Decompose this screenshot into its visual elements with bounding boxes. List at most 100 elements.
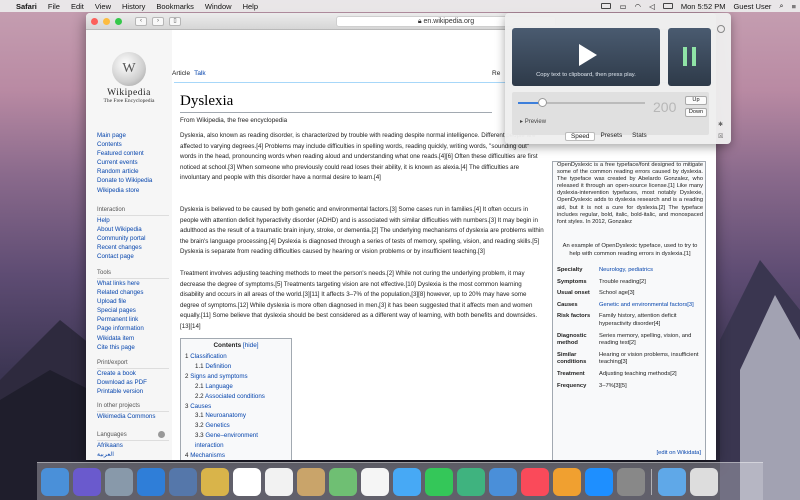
sidebar-link-main[interactable]: Random article — [97, 167, 169, 176]
siri-icon[interactable] — [73, 467, 101, 496]
toc-item[interactable]: 1.1 Definition — [185, 362, 287, 372]
system-preferences-icon[interactable] — [617, 467, 645, 496]
tab-talk[interactable]: Talk — [194, 70, 206, 77]
forward-button[interactable]: › — [152, 16, 164, 26]
minimize-window-button[interactable] — [103, 17, 110, 25]
sidebar-link-main[interactable]: Contents — [97, 140, 169, 149]
facetime-icon[interactable] — [425, 467, 453, 496]
tab-read[interactable]: Re — [492, 70, 500, 77]
sidebar-link-interaction[interactable]: About Wikipedia — [97, 225, 169, 234]
sidebar-link-interaction[interactable]: Recent changes — [97, 243, 169, 252]
sidebar-link-tools[interactable]: Cite this page — [97, 343, 169, 352]
menu-file[interactable]: File — [48, 2, 60, 11]
sidebar-link-tools[interactable]: Page information — [97, 324, 169, 333]
reminders-icon[interactable] — [265, 467, 293, 496]
sidebar-link-print[interactable]: Printable version — [97, 387, 169, 396]
toc-item[interactable]: 3.3 Gene–environment interaction — [185, 431, 287, 451]
app-store-icon[interactable] — [585, 467, 613, 496]
back-button[interactable]: ‹ — [135, 16, 147, 26]
menu-app-name[interactable]: Safari — [16, 2, 37, 11]
menu-help[interactable]: Help — [243, 2, 258, 11]
sidebar-link-interaction[interactable]: Help — [97, 216, 169, 225]
sidebar-link-tools[interactable]: Permanent link — [97, 315, 169, 324]
language-settings-gear-icon[interactable] — [158, 431, 165, 438]
photos-icon[interactable] — [361, 467, 389, 496]
preview-disclosure[interactable]: ▸ Preview — [520, 118, 546, 125]
tab-speed[interactable]: Speed — [565, 132, 596, 141]
sidebar-link-main[interactable]: Donate to Wikipedia — [97, 176, 169, 185]
battery-icon[interactable] — [662, 3, 673, 9]
sidebar-link-print[interactable]: Download as PDF — [97, 378, 169, 387]
sidebar-link-main[interactable]: Main page — [97, 131, 169, 140]
speed-value[interactable]: 200 — [653, 99, 676, 115]
toc-item[interactable]: 2 Signs and symptoms — [185, 372, 287, 382]
clock-text[interactable]: Mon 5:52 PM — [681, 2, 726, 11]
zoom-window-button[interactable] — [115, 17, 122, 25]
speed-slider-knob[interactable] — [538, 98, 547, 107]
menu-edit[interactable]: Edit — [71, 2, 84, 11]
sidebar-link-langs[interactable]: Azərbaycanca — [97, 459, 169, 460]
contacts-icon[interactable] — [297, 467, 325, 496]
toc-item[interactable]: 4 Mechanisms — [185, 451, 287, 460]
pause-button[interactable] — [668, 28, 711, 86]
user-name[interactable]: Guest User — [733, 2, 771, 11]
keynote-icon[interactable] — [489, 467, 517, 496]
sidebar-link-other[interactable]: Wikimedia Commons — [97, 412, 169, 421]
tab-stats[interactable]: Stats — [627, 132, 652, 141]
menu-history[interactable]: History — [122, 2, 145, 11]
search-icon[interactable]: ⌕ — [779, 1, 783, 11]
calendar-icon[interactable] — [233, 467, 261, 496]
tab-presets[interactable]: Presets — [595, 132, 627, 141]
quit-x-icon[interactable]: ☒ — [718, 133, 726, 141]
close-window-button[interactable] — [91, 17, 98, 25]
music-icon[interactable] — [521, 467, 549, 496]
wikipedia-logo[interactable]: Wikipedia The Free Encyclopedia — [100, 52, 158, 104]
toc-item[interactable]: 1 Classification — [185, 352, 287, 362]
sidebar-link-interaction[interactable]: Contact page — [97, 252, 169, 261]
sidebar-link-tools[interactable]: What links here — [97, 279, 169, 288]
sidebar-link-print[interactable]: Create a book — [97, 369, 169, 378]
sidebar-link-tools[interactable]: Special pages — [97, 306, 169, 315]
notes-icon[interactable] — [201, 467, 229, 496]
settings-gear-icon[interactable]: ✱ — [718, 121, 726, 129]
wifi-icon[interactable]: ◠ — [635, 2, 642, 11]
sidebar-link-langs[interactable]: العربية — [97, 450, 169, 459]
mail-icon[interactable] — [169, 467, 197, 496]
safari-icon[interactable] — [137, 467, 165, 496]
maps-icon[interactable] — [329, 467, 357, 496]
sidebar-link-main[interactable]: Featured content — [97, 149, 169, 158]
sidebar-link-interaction[interactable]: Community portal — [97, 234, 169, 243]
toc-item[interactable]: 2.2 Associated conditions — [185, 392, 287, 402]
toc-item[interactable]: 3.2 Genetics — [185, 421, 287, 431]
toc-item[interactable]: 3 Causes — [185, 402, 287, 412]
sidebar-toggle-button[interactable]: ▯ — [169, 16, 181, 26]
sidebar-link-tools[interactable]: Wikidata item — [97, 334, 169, 343]
notification-center-icon[interactable]: ≡ — [792, 2, 796, 11]
status-app-icon[interactable] — [601, 3, 612, 9]
sidebar-link-tools[interactable]: Upload file — [97, 297, 169, 306]
sidebar-link-main[interactable]: Wikipedia store — [97, 186, 169, 195]
launchpad-icon[interactable] — [105, 467, 133, 496]
sidebar-link-langs[interactable]: Afrikaans — [97, 441, 169, 450]
edit-on-wikidata-link[interactable]: [edit on Wikidata] — [657, 450, 701, 456]
folder-icon[interactable] — [658, 467, 686, 496]
menu-view[interactable]: View — [95, 2, 111, 11]
speed-up-button[interactable]: Up — [685, 96, 707, 105]
volume-icon[interactable]: ◁ — [649, 2, 655, 11]
toc-hide-link[interactable]: [hide] — [243, 342, 259, 349]
toc-item[interactable]: 3.1 Neuroanatomy — [185, 411, 287, 421]
play-button[interactable]: Copy text to clipboard, then press play. — [512, 28, 660, 86]
numbers-icon[interactable] — [457, 467, 485, 496]
airplay-icon[interactable]: ▭ — [619, 2, 626, 11]
finder-icon[interactable] — [41, 467, 69, 496]
sidebar-link-tools[interactable]: Related changes — [97, 288, 169, 297]
speed-down-button[interactable]: Down — [685, 108, 707, 117]
popover-close-button[interactable] — [717, 25, 725, 33]
tab-article[interactable]: Article — [172, 70, 190, 77]
toc-item[interactable]: 2.1 Language — [185, 382, 287, 392]
messages-icon[interactable] — [393, 467, 421, 496]
books-icon[interactable] — [553, 467, 581, 496]
menu-window[interactable]: Window — [205, 2, 232, 11]
trash-icon[interactable] — [690, 467, 718, 496]
menu-bookmarks[interactable]: Bookmarks — [156, 2, 194, 11]
